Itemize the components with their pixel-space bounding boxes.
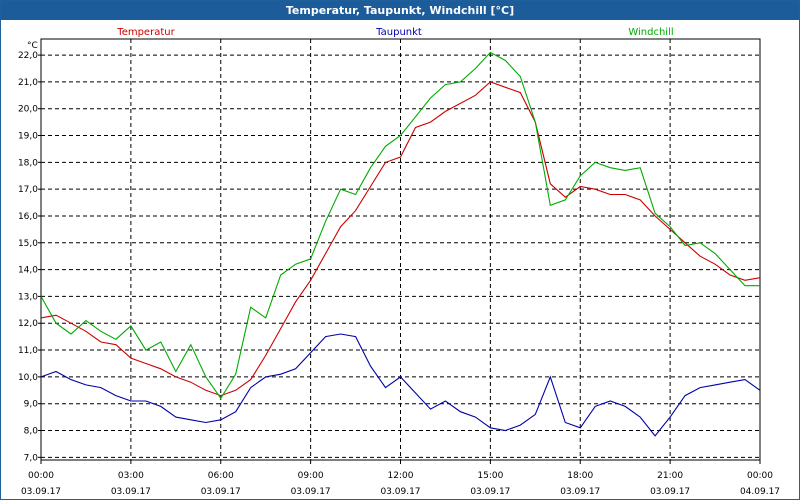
- y-tick-label: 17,0: [18, 185, 38, 195]
- y-tick-label: 21,0: [18, 78, 38, 88]
- grid: [40, 38, 761, 461]
- x-tick-date-label: 03.09.17: [201, 487, 241, 497]
- y-axis-label: °C: [27, 41, 38, 51]
- x-tick-date-label: 03.09.17: [650, 487, 690, 497]
- y-tick-label: 15,0: [18, 239, 38, 249]
- y-tick-label: 16,0: [18, 212, 38, 222]
- y-tick-label: 7,0: [24, 453, 39, 463]
- y-tick-label: 20,0: [18, 105, 38, 115]
- x-tick-date-label: 03.09.17: [21, 487, 61, 497]
- y-tick-label: 8,0: [24, 427, 39, 437]
- x-tick-date-label: 03.09.17: [470, 487, 510, 497]
- x-tick-time-label: 18:00: [567, 471, 593, 481]
- chart-canvas: 22,0 21,0 20,0 19,0 18,0 17,0 16,0 15,0 14,0 13,0…: [18, 27, 780, 497]
- y-tick-label: 11,0: [18, 346, 38, 356]
- y-tick-label: 14,0: [18, 266, 38, 276]
- x-tick-date-label: 03.09.17: [380, 487, 420, 497]
- legend: Temperatur Taupunkt Windchill: [116, 27, 673, 38]
- x-tick-time-label: 03:00: [118, 471, 144, 481]
- x-tick-time-label: 00:00: [747, 471, 773, 481]
- y-tick-label: 18,0: [18, 158, 38, 168]
- y-tick-label: 22,0: [18, 51, 38, 61]
- x-tick-time-label: 09:00: [298, 471, 324, 481]
- legend-entry-windchill: Windchill: [628, 27, 673, 38]
- x-tick-time-label: 12:00: [388, 471, 414, 481]
- x-tick-time-label: 21:00: [657, 471, 683, 481]
- chart-window: Temperatur, Taupunkt, Windchill [°C] 22,…: [0, 0, 800, 500]
- y-tick-label: 10,0: [18, 373, 38, 383]
- x-tick-time-label: 15:00: [477, 471, 503, 481]
- x-tick-date-label: 03.09.17: [560, 487, 600, 497]
- x-tick-date-label: 04.09.17: [740, 487, 780, 497]
- legend-entry-taupunkt: Taupunkt: [375, 27, 422, 38]
- y-tick-label: 13,0: [18, 292, 38, 302]
- x-axis-ticks: 00:00 03.09.17 03:00 03.09.17 06:00 03.09.17 0…: [21, 460, 780, 497]
- x-tick-date-label: 03.09.17: [291, 487, 331, 497]
- x-tick-date-label: 03.09.17: [111, 487, 151, 497]
- y-axis-ticks: 22,0 21,0 20,0 19,0 18,0 17,0 16,0 15,0 14,0 13,0…: [18, 51, 41, 463]
- y-tick-label: 19,0: [18, 132, 38, 142]
- legend-entry-temperatur: Temperatur: [116, 27, 175, 38]
- x-tick-time-label: 06:00: [208, 471, 234, 481]
- y-tick-label: 9,0: [24, 400, 39, 410]
- x-tick-time-label: 00:00: [28, 471, 54, 481]
- y-tick-label: 12,0: [18, 319, 38, 329]
